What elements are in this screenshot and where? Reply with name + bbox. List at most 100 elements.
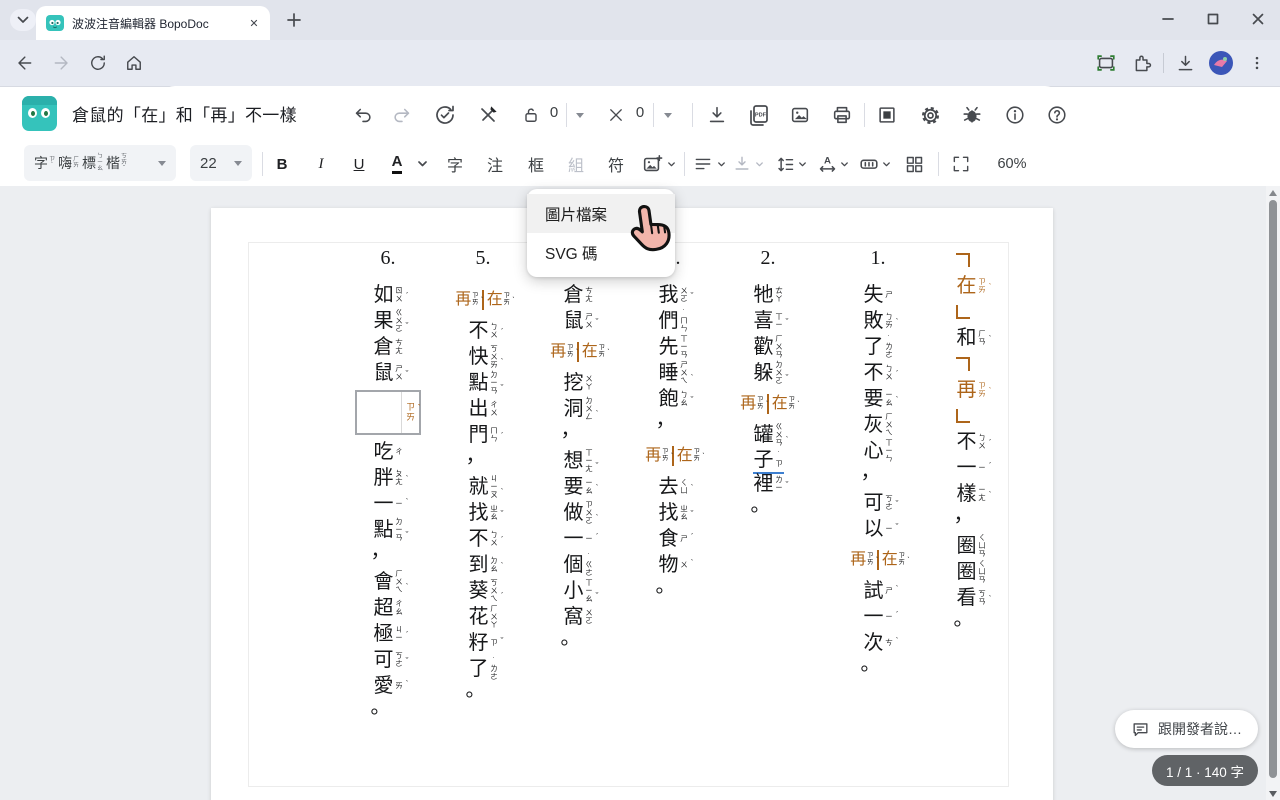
print-button[interactable] (827, 101, 857, 129)
char-cell[interactable]: 一ㄧˊ (863, 604, 894, 630)
scrollbar[interactable] (1266, 186, 1280, 800)
window-maximize-button[interactable] (1190, 0, 1235, 38)
char-cell[interactable]: 牠ㄊㄚ (753, 282, 784, 308)
bug-report-button[interactable] (957, 101, 987, 129)
char-cell[interactable]: 食ㄕˊ (658, 526, 689, 552)
char-cell[interactable]: 出ㄔㄨ (468, 396, 499, 422)
frame-tool-button[interactable]: 框 (520, 149, 552, 179)
char-cell[interactable]: 躲ㄉㄨㄛˇ (753, 360, 784, 386)
char-cell[interactable]: 找ㄓㄠˇ (658, 500, 689, 526)
char-cell[interactable]: 要ㄧㄠˋ (563, 474, 594, 500)
char-tool-button[interactable]: 字 (439, 149, 471, 179)
align-button[interactable] (690, 149, 716, 179)
char-cell[interactable]: 以ㄧˇ (863, 516, 894, 542)
char-cell[interactable]: ， (658, 412, 689, 438)
zai-choice[interactable]: 再ㄗㄞˋ在ㄗㄞˋ (850, 545, 906, 575)
char-cell[interactable]: 睡ㄕㄨㄟˋ (658, 360, 689, 386)
doc-column-4[interactable]: 4.倉ㄘㄤ鼠ㄕㄨˇ再ㄗㄞˋ在ㄗㄞˋ挖ㄨㄚ洞ㄉㄨㄥˋ，想ㄒㄧㄤˇ要ㄧㄠˋ做ㄗㄨㄛˋ… (543, 247, 613, 656)
document-page[interactable]: 在ㄗㄞˋ和ㄏㄢˋ再ㄗㄞˋ不ㄅㄨˊ一ㄧˊ樣ㄧㄤˋ，圈ㄑㄩㄢ圈ㄑㄩㄢ看ㄎㄢˋ。 1.失… (211, 208, 1053, 800)
export-pdf-button[interactable]: PDF (743, 101, 773, 129)
char-cell[interactable]: 小ㄒㄧㄠˇ (563, 578, 594, 604)
document-title[interactable]: 倉鼠的「在」和「再」不一樣 (72, 101, 297, 126)
letter-spacing-button[interactable]: A (814, 149, 840, 179)
browser-tab[interactable]: 波波注音編輯器 BopoDoc ✕ (36, 6, 270, 40)
home-button[interactable] (118, 47, 150, 79)
text-color-dropdown[interactable] (415, 149, 429, 179)
back-button[interactable] (8, 47, 40, 79)
focus-mode-button[interactable] (872, 101, 902, 129)
doc-column-6[interactable]: 6.如ㄖㄨˊ果ㄍㄨㄛˇ倉ㄘㄤ鼠ㄕㄨˇㄗㄞˋ吃ㄔ胖ㄆㄤˋ一ㄧˋ點ㄉㄧㄢˇ，會ㄏㄨㄟ… (353, 247, 423, 725)
char-cell[interactable]: 個˙ㄍㄜ (563, 552, 594, 578)
char-cell[interactable]: 胖ㄆㄤˋ (373, 465, 404, 491)
char-cell[interactable]: 們˙ㄇㄣ (658, 308, 689, 334)
char-cell[interactable]: 去ㄑㄩˋ (658, 474, 689, 500)
char-cell[interactable]: 一ㄧˊ (563, 526, 594, 552)
cross-count-button[interactable] (601, 101, 631, 129)
italic-button[interactable]: I (306, 149, 336, 179)
lock-count-button[interactable] (516, 101, 546, 129)
char-cell[interactable]: 果ㄍㄨㄛˇ (373, 308, 404, 334)
char-cell[interactable]: 試ㄕˋ (863, 578, 894, 604)
window-minimize-button[interactable] (1145, 0, 1190, 38)
circle-check-tool-button[interactable] (430, 101, 460, 129)
char-cell[interactable]: 喜ㄒㄧˇ (753, 308, 784, 334)
char-cell[interactable]: ， (563, 422, 594, 448)
forward-button[interactable] (46, 47, 78, 79)
tab-search-button[interactable] (10, 9, 36, 31)
char-cell[interactable]: 挖ㄨㄚ (563, 370, 594, 396)
answer-blank-box[interactable]: ㄗㄞˋ (355, 390, 421, 435)
char-cell[interactable]: ， (468, 448, 499, 474)
undo-button[interactable] (348, 101, 378, 129)
char-cell[interactable]: 不ㄅㄨˊ (863, 360, 894, 386)
char-cell[interactable]: 想ㄒㄧㄤˇ (563, 448, 594, 474)
doc-column-2[interactable]: 2.牠ㄊㄚ喜ㄒㄧˇ歡ㄏㄨㄢ躲ㄉㄨㄛˇ再ㄗㄞˋ在ㄗㄞˋ罐ㄍㄨㄢˋ子˙ㄗ裡ㄌㄧˇ。 (733, 247, 803, 523)
char-cell[interactable]: 到ㄉㄠˋ (468, 552, 499, 578)
char-cell[interactable]: 可ㄎㄜˇ (863, 490, 894, 516)
char-cell[interactable]: 。 (373, 699, 404, 725)
zai-choice[interactable]: 再ㄗㄞˋ在ㄗㄞˋ (455, 285, 511, 315)
char-cell[interactable]: 一ㄧˊ (956, 455, 987, 481)
insert-image-button[interactable] (638, 149, 666, 179)
char-cell[interactable]: 灰ㄏㄨㄟ (863, 412, 894, 438)
scroll-up-icon[interactable] (1269, 190, 1277, 196)
char-cell[interactable]: 和ㄏㄢˋ (956, 325, 987, 351)
profile-avatar[interactable] (1206, 48, 1236, 78)
char-cell[interactable]: 鼠ㄕㄨˇ (563, 308, 594, 334)
text-color-button[interactable]: A (384, 149, 410, 179)
char-cell[interactable]: ， (373, 543, 404, 569)
extensions-button[interactable] (1127, 48, 1157, 78)
redo-button[interactable] (387, 101, 417, 129)
screenshot-extension-button[interactable] (1091, 48, 1121, 78)
insert-image-dropdown[interactable] (666, 149, 676, 179)
font-size-select[interactable]: 22 (190, 145, 252, 181)
download-doc-button[interactable] (702, 101, 732, 129)
char-cell[interactable]: 罐ㄍㄨㄢˋ (753, 422, 784, 448)
char-cell[interactable]: 會ㄏㄨㄟˋ (373, 569, 404, 595)
group-tool-button[interactable]: 組 (560, 149, 592, 179)
char-cell[interactable]: 。 (956, 611, 987, 637)
char-cell[interactable]: 敗ㄅㄞˋ (863, 308, 894, 334)
cross-mark-tool-button[interactable] (473, 101, 503, 129)
char-cell[interactable]: ， (956, 507, 987, 533)
char-cell[interactable]: 倉ㄘㄤ (563, 282, 594, 308)
downloads-button[interactable] (1170, 48, 1200, 78)
layout-grid-button[interactable] (900, 149, 928, 179)
ruby-position-button[interactable] (856, 149, 882, 179)
char-cell[interactable]: 。 (563, 630, 594, 656)
char-cell[interactable]: 圈ㄑㄩㄢ (956, 559, 987, 585)
tab-close-icon[interactable]: ✕ (246, 15, 262, 31)
reload-button[interactable] (82, 47, 114, 79)
char-cell[interactable]: 了˙ㄌㄜ (863, 334, 894, 360)
char-cell[interactable]: 圈ㄑㄩㄢ (956, 533, 987, 559)
char-cell[interactable]: ， (863, 464, 894, 490)
char-cell[interactable]: 吃ㄔ (373, 439, 404, 465)
zhuyin-tool-button[interactable]: 注 (479, 149, 511, 179)
settings-button[interactable] (915, 101, 945, 129)
char-cell[interactable]: 如ㄖㄨˊ (373, 282, 404, 308)
doc-column-title[interactable]: 在ㄗㄞˋ和ㄏㄢˋ再ㄗㄞˋ不ㄅㄨˊ一ㄧˊ樣ㄧㄤˋ，圈ㄑㄩㄢ圈ㄑㄩㄢ看ㄎㄢˋ。 (936, 247, 1006, 637)
char-cell[interactable]: 極ㄐㄧˊ (373, 621, 404, 647)
doc-column-1[interactable]: 1.失ㄕ敗ㄅㄞˋ了˙ㄌㄜ不ㄅㄨˊ要ㄧㄠˋ灰ㄏㄨㄟ心ㄒㄧㄣ，可ㄎㄜˇ以ㄧˇ再ㄗㄞˋ… (843, 247, 913, 682)
char-cell[interactable]: 可ㄎㄜˇ (373, 647, 404, 673)
font-family-select[interactable]: 字ㄗˋ嗨ㄏㄞ標ㄅㄧㄠ楷ㄎㄞˇ (24, 145, 176, 181)
char-cell[interactable]: 不ㄅㄨˊ (956, 429, 987, 455)
